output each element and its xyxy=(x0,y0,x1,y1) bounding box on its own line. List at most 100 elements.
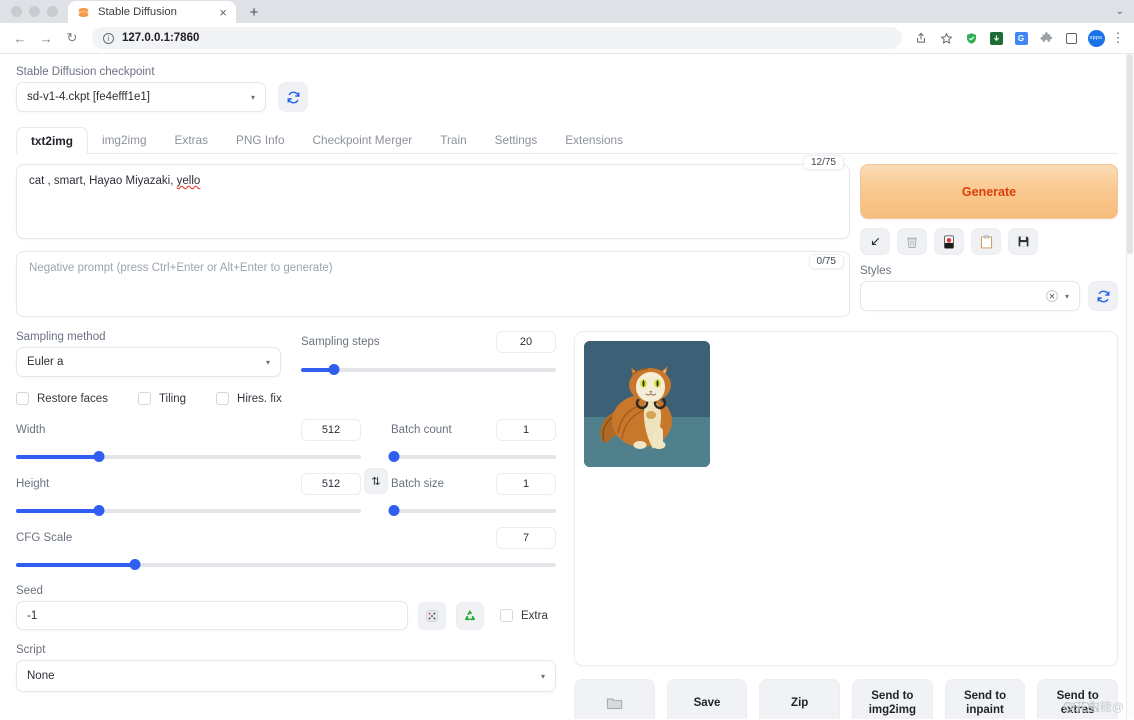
save-style-floppy-icon[interactable] xyxy=(1008,228,1038,255)
styles-select[interactable]: ✕ ▾ xyxy=(860,281,1080,311)
batch-size-label: Batch size xyxy=(391,478,445,490)
browser-tabstrip: Stable Diffusion × + ⌄ xyxy=(0,0,1134,23)
translate-icon[interactable]: G xyxy=(1010,27,1032,49)
download-icon[interactable] xyxy=(985,27,1007,49)
tab-search-chevron-down-icon[interactable]: ⌄ xyxy=(1116,6,1134,17)
slider-thumb[interactable] xyxy=(129,559,141,570)
refresh-checkpoint-button[interactable] xyxy=(278,82,308,112)
generate-button[interactable]: Generate xyxy=(860,164,1118,219)
result-gallery[interactable] xyxy=(574,331,1118,666)
checkpoint-select[interactable]: sd-v1-4.ckpt [fe4efff1e1] ▾ xyxy=(16,82,266,112)
tiling-checkbox[interactable]: Tiling xyxy=(137,392,186,405)
open-folder-button[interactable] xyxy=(574,679,655,719)
send-to-extras-button[interactable]: Send to extras xyxy=(1037,679,1119,719)
batch-size-slider[interactable] xyxy=(388,503,556,517)
tab-extras[interactable]: Extras xyxy=(161,127,222,153)
show-extra-networks-icon[interactable] xyxy=(934,228,964,255)
browser-menu-icon[interactable]: ⋮ xyxy=(1110,30,1126,46)
zip-button[interactable]: Zip xyxy=(759,679,841,719)
extra-seed-checkbox[interactable]: Extra xyxy=(500,609,548,622)
slider-thumb[interactable] xyxy=(93,505,105,516)
tab-png-info[interactable]: PNG Info xyxy=(222,127,299,153)
cfg-scale-slider[interactable] xyxy=(16,557,556,571)
tab-extensions[interactable]: Extensions xyxy=(551,127,637,153)
extra-label: Extra xyxy=(521,609,548,622)
checkbox-box[interactable] xyxy=(216,392,230,405)
prompt-input[interactable]: cat , smart, Hayao Miyazaki, yello xyxy=(16,164,850,239)
slider-thumb[interactable] xyxy=(93,451,105,462)
tab-train[interactable]: Train xyxy=(426,127,480,153)
clear-styles-icon[interactable]: ✕ xyxy=(1045,290,1058,302)
extensions-puzzle-icon[interactable] xyxy=(1035,27,1057,49)
batch-count-slider[interactable] xyxy=(388,449,556,463)
send-to-inpaint-button[interactable]: Send to inpaint xyxy=(944,679,1026,719)
refresh-styles-button[interactable] xyxy=(1088,281,1118,311)
swap-width-height-button[interactable]: ⇅ xyxy=(364,468,388,494)
restore-progress-icon[interactable] xyxy=(860,228,890,255)
height-value[interactable]: 512 xyxy=(301,473,361,495)
negative-prompt-input[interactable]: Negative prompt (press Ctrl+Enter or Alt… xyxy=(16,251,850,317)
stable-diffusion-app: Stable Diffusion checkpoint sd-v1-4.ckpt… xyxy=(0,54,1134,719)
negative-prompt-column: 0/75 Negative prompt (press Ctrl+Enter o… xyxy=(16,251,850,317)
save-button[interactable]: Save xyxy=(666,679,748,719)
random-seed-dice-icon[interactable] xyxy=(418,601,446,630)
negative-prompt-placeholder: Negative prompt (press Ctrl+Enter or Alt… xyxy=(29,262,333,274)
chevron-down-icon: ▾ xyxy=(540,671,545,681)
browser-tab[interactable]: Stable Diffusion × xyxy=(68,1,236,23)
sampling-method-select[interactable]: Euler a ▾ xyxy=(16,347,281,377)
browser-chrome: Stable Diffusion × + ⌄ ← → ↻ i 127.0.0.1… xyxy=(0,0,1134,54)
window-maximize-button[interactable] xyxy=(47,6,58,17)
share-icon[interactable] xyxy=(910,27,932,49)
tab-checkpoint-merger[interactable]: Checkpoint Merger xyxy=(299,127,427,153)
side-panel-icon[interactable] xyxy=(1060,27,1082,49)
hires-fix-label: Hires. fix xyxy=(237,392,282,405)
generated-image[interactable] xyxy=(584,341,710,467)
apply-style-clipboard-icon[interactable] xyxy=(971,228,1001,255)
forward-button[interactable]: → xyxy=(34,26,58,50)
checkbox-box[interactable] xyxy=(16,392,29,405)
window-controls[interactable] xyxy=(8,0,68,23)
sampling-method-label: Sampling method xyxy=(16,331,106,343)
tab-txt2img[interactable]: txt2img xyxy=(16,127,88,154)
sampling-method-value: Euler a xyxy=(27,356,64,368)
slider-thumb[interactable] xyxy=(388,505,400,516)
address-bar[interactable]: i 127.0.0.1:7860 xyxy=(92,27,902,49)
window-minimize-button[interactable] xyxy=(29,6,40,17)
checkbox-box[interactable] xyxy=(500,609,513,622)
adblock-shield-icon[interactable] xyxy=(960,27,982,49)
width-value[interactable]: 512 xyxy=(301,419,361,441)
back-button[interactable]: ← xyxy=(8,26,32,50)
clear-prompt-trash-icon[interactable] xyxy=(897,228,927,255)
sampling-steps-slider[interactable] xyxy=(301,362,556,376)
site-info-icon[interactable]: i xyxy=(103,32,114,44)
slider-thumb[interactable] xyxy=(388,451,400,462)
profile-avatar[interactable]: sppo xyxy=(1085,27,1107,49)
reload-button[interactable]: ↻ xyxy=(60,26,84,50)
send-to-img2img-button[interactable]: Send to img2img xyxy=(852,679,933,719)
prompt-tool-row xyxy=(860,228,1118,255)
window-close-button[interactable] xyxy=(11,6,22,17)
batch-size-value[interactable]: 1 xyxy=(496,473,556,495)
new-tab-button[interactable]: + xyxy=(241,1,267,23)
sampling-steps-value[interactable]: 20 xyxy=(496,331,556,353)
width-slider[interactable] xyxy=(16,449,361,463)
checkpoint-value: sd-v1-4.ckpt [fe4efff1e1] xyxy=(27,91,150,103)
batch-count-value[interactable]: 1 xyxy=(496,419,556,441)
height-slider[interactable] xyxy=(16,503,361,517)
reuse-seed-recycle-icon[interactable] xyxy=(456,601,484,630)
cfg-scale-value[interactable]: 7 xyxy=(496,527,556,549)
seed-input[interactable]: -1 xyxy=(16,601,408,630)
slider-thumb[interactable] xyxy=(328,364,340,375)
checkbox-box[interactable] xyxy=(137,392,151,405)
tab-close-icon[interactable]: × xyxy=(219,6,227,19)
prompt-section: 12/75 cat , smart, Hayao Miyazaki, yello… xyxy=(16,155,1118,317)
bookmark-star-icon[interactable] xyxy=(935,27,957,49)
tab-img2img[interactable]: img2img xyxy=(88,127,161,153)
cfg-head: CFG Scale 7 xyxy=(16,527,556,549)
tab-settings[interactable]: Settings xyxy=(481,127,552,153)
page-scrollbar-thumb[interactable] xyxy=(1127,54,1133,254)
batch-group: Batch count 1 Batch size 1 xyxy=(388,419,556,517)
script-select[interactable]: None ▾ xyxy=(16,660,556,692)
hires-fix-checkbox[interactable]: Hires. fix xyxy=(216,392,282,405)
restore-faces-checkbox[interactable]: Restore faces xyxy=(16,392,108,405)
